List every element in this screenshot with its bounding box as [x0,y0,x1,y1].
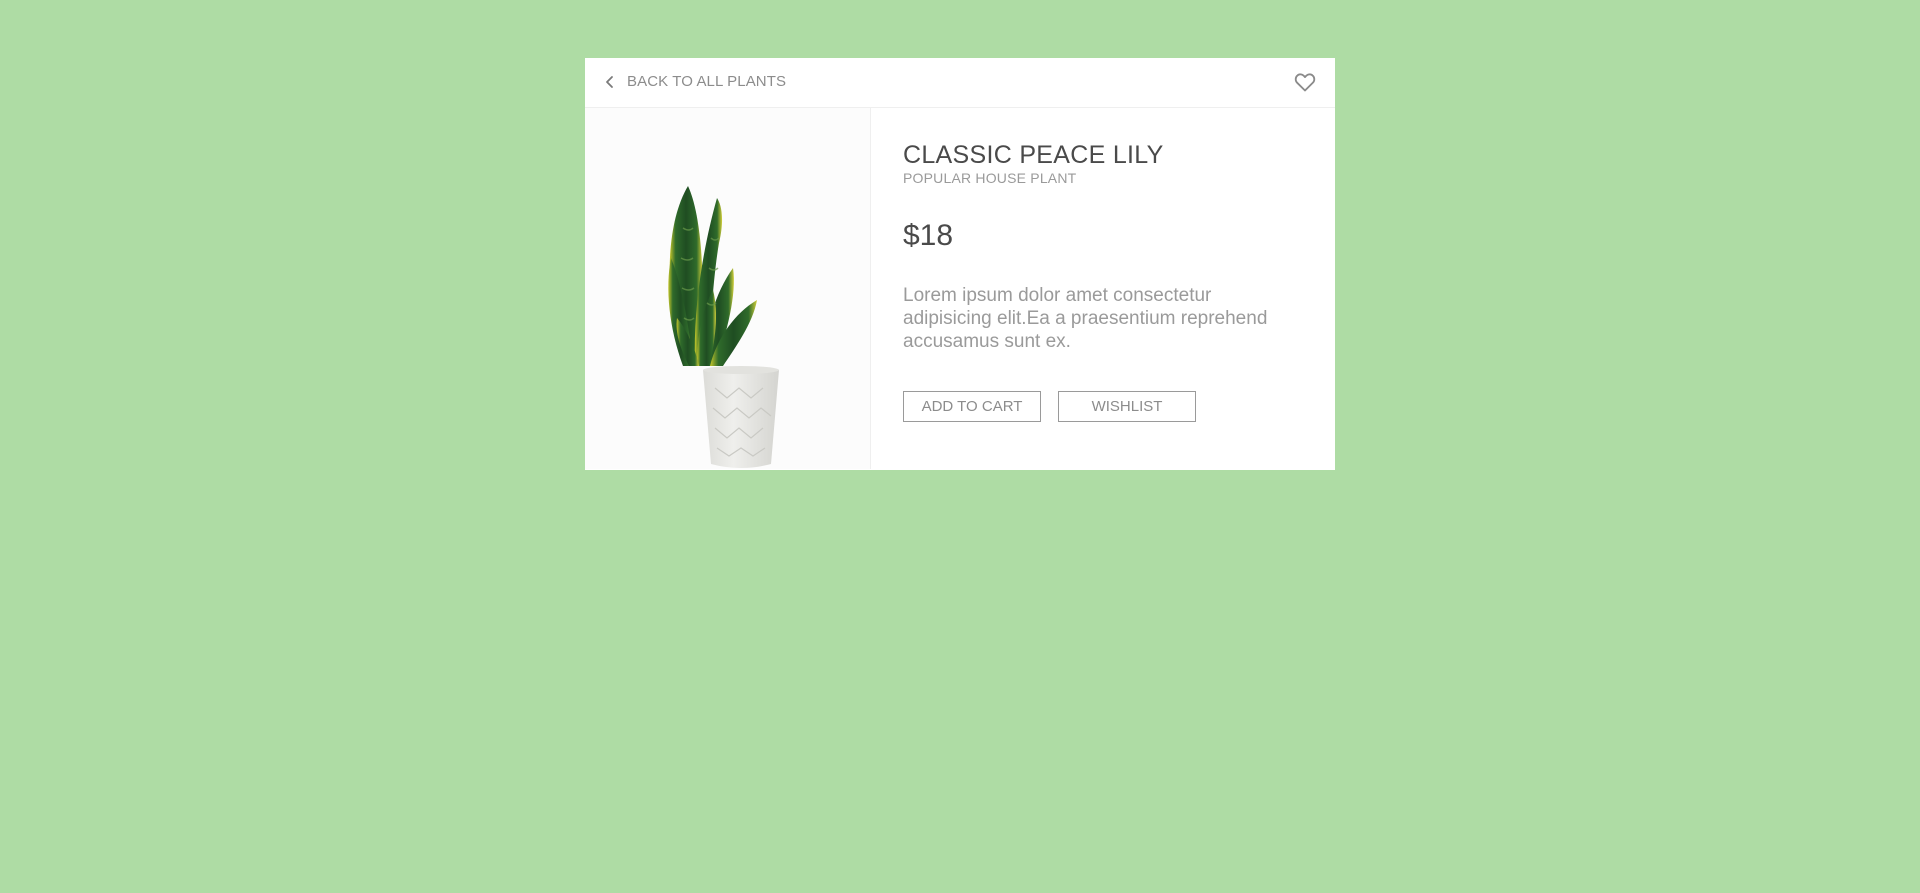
back-to-all-plants-link[interactable]: BACK TO ALL PLANTS [603,73,786,90]
chevron-left-icon [603,75,617,89]
product-title: CLASSIC PEACE LILY [903,141,1164,169]
back-link-label: BACK TO ALL PLANTS [627,73,787,90]
product-image [585,108,871,469]
card-body: CLASSIC PEACE LILY POPULAR HOUSE PLANT $… [585,108,1335,469]
add-to-cart-button[interactable]: ADD TO CART [903,391,1041,422]
wishlist-button[interactable]: WISHLIST [1058,391,1196,422]
product-price: $18 [903,219,954,252]
heart-icon [1293,73,1317,98]
snake-plant-illustration [668,186,779,468]
product-card: BACK TO ALL PLANTS CLASSIC PEACE LILY PO… [585,58,1335,470]
product-actions: ADD TO CART WISHLIST [903,391,1303,422]
product-description: Lorem ipsum dolor amet consectetur adipi… [903,285,1268,352]
favorite-button[interactable] [1293,70,1317,94]
product-subtitle: POPULAR HOUSE PLANT [903,170,1077,186]
product-info: CLASSIC PEACE LILY POPULAR HOUSE PLANT $… [871,108,1335,469]
card-header: BACK TO ALL PLANTS [585,58,1335,108]
